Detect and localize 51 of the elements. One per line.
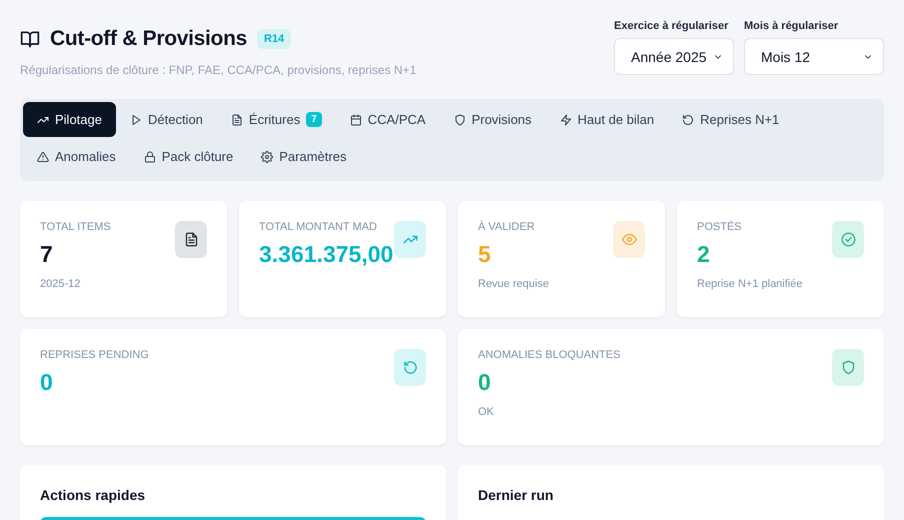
undo-icon xyxy=(682,114,694,126)
settings-icon xyxy=(261,150,274,162)
undo-icon xyxy=(402,360,418,375)
page-subtitle: Régularisations de clôture : FNP, FAE, CCA/PCA, provisions, reprises N+1 xyxy=(20,63,416,77)
stat-note: 2025-12 xyxy=(40,278,80,290)
lightning-icon xyxy=(560,114,572,126)
stat-value: 0 xyxy=(478,369,491,396)
eye-icon xyxy=(622,232,636,247)
calendar-icon xyxy=(350,114,362,126)
count-badge: 7 xyxy=(306,112,322,127)
book-icon xyxy=(20,29,40,49)
nav-tab[interactable]: Anomalies xyxy=(23,139,130,174)
shield-icon xyxy=(840,360,856,375)
stat-label: À VALIDER xyxy=(478,221,535,233)
filter-label: Mois à régulariser xyxy=(744,20,840,32)
nav-tab[interactable]: Écritures 7 xyxy=(216,102,336,137)
nav-tab[interactable]: Paramètres xyxy=(247,139,360,174)
stat-label: REPRISES PENDING xyxy=(40,349,149,361)
nav-tab[interactable]: Provisions xyxy=(440,102,546,137)
stat-note: OK xyxy=(478,406,494,418)
stat-label: ANOMALIES BLOQUANTES xyxy=(478,349,620,361)
stat-value: 3.361.375,00 xyxy=(259,241,394,268)
panel-title: Actions rapides xyxy=(40,487,146,503)
stat-value: 5 xyxy=(478,241,491,268)
nav-tab[interactable]: Reprises N+1 xyxy=(668,102,794,137)
nav-tab[interactable]: Détection xyxy=(116,102,217,137)
stat-label: POSTÉS xyxy=(697,221,742,233)
filter-label: Exercice à régulariser xyxy=(614,20,730,32)
panel-title: Dernier run xyxy=(478,487,554,503)
stat-label: TOTAL ITEMS xyxy=(40,221,111,233)
version-badge: R14 xyxy=(257,29,292,49)
document-icon xyxy=(184,232,198,247)
nav-tab[interactable]: Haut de bilan xyxy=(546,102,668,137)
warning-icon xyxy=(37,150,49,162)
nav-tab[interactable]: CCA/PCA xyxy=(336,102,440,137)
stat-label: TOTAL MONTANT MAD xyxy=(259,221,377,233)
stat-note: Revue requise xyxy=(478,278,549,290)
dropdown-select[interactable]: Année 2025 xyxy=(614,38,734,75)
page-title: Cut-off & Provisions xyxy=(50,27,247,51)
check-circle-icon xyxy=(840,232,856,247)
document-icon xyxy=(230,114,243,126)
shield-icon xyxy=(454,114,466,126)
stat-value: 2 xyxy=(697,241,710,268)
nav-tab[interactable]: Pilotage xyxy=(23,102,116,137)
stat-value: 7 xyxy=(40,241,53,268)
dropdown-select[interactable]: Mois 12 xyxy=(744,38,884,75)
lock-icon xyxy=(144,150,156,162)
stat-value: 0 xyxy=(40,369,53,396)
stat-note: Reprise N+1 planifiée xyxy=(697,278,802,290)
play-icon xyxy=(130,114,142,126)
nav-tab[interactable]: Pack clôture xyxy=(130,139,248,174)
